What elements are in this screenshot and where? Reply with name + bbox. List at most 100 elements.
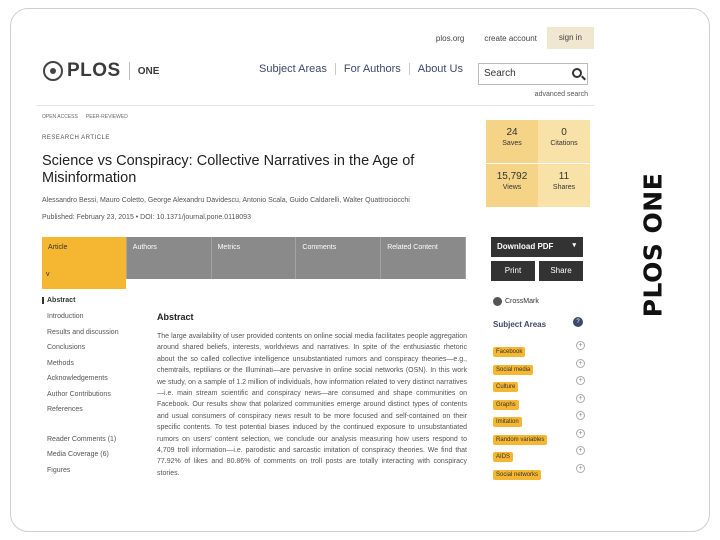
metric-views-label: Views (502, 184, 522, 191)
plos-logo-icon (43, 61, 63, 81)
metric-saves-value: 24 (506, 127, 518, 138)
sidebar-item-methods[interactable]: Methods (42, 360, 142, 376)
plus-icon[interactable]: + (576, 411, 585, 420)
slide-side-title-text: PLOS ONE (638, 172, 668, 318)
subject-item: Graphs + (493, 393, 585, 411)
subject-item: Social media + (493, 358, 585, 376)
subject-tag-random-variables[interactable]: Random variables (493, 434, 548, 445)
subject-tag-facebook[interactable]: Facebook (493, 347, 526, 357)
logo-one-text: ONE (137, 65, 160, 77)
print-button[interactable]: Print (491, 261, 535, 281)
search-placeholder: Search (484, 68, 516, 79)
sidebar-item-references[interactable]: References (42, 406, 142, 422)
subject-areas-heading: Subject Areas (493, 320, 547, 329)
chevron-down-icon[interactable]: ▾ (572, 241, 576, 249)
subject-tag-imitation[interactable]: Imitation (493, 417, 522, 427)
article-metrics: 24 Saves 0 Citations 15,792 Views 11 Sha… (486, 120, 590, 207)
metric-shares-value: 11 (558, 171, 570, 182)
slide-side-title: PLOS ONE (633, 150, 673, 340)
sign-in-link[interactable]: sign in (546, 27, 594, 49)
logo-divider (128, 62, 130, 80)
search-input[interactable]: Search (478, 63, 588, 85)
plos-one-logo[interactable]: PLOS ONE (43, 60, 159, 82)
metric-citations-label: Citations (550, 140, 578, 147)
subject-tag-social-media[interactable]: Social media (493, 364, 534, 375)
utility-bar: plos.org create account sign in (426, 27, 594, 49)
metric-shares[interactable]: 11 Shares (538, 164, 590, 207)
subject-item: Random variables + (493, 428, 585, 446)
download-pdf-label: Download PDF (497, 242, 554, 251)
article-title: Science vs Conspiracy: Collective Narrat… (42, 153, 415, 186)
metric-citations[interactable]: 0 Citations (538, 120, 590, 163)
abstract-heading: Abstract (157, 312, 194, 322)
plos-org-link[interactable]: plos.org (426, 34, 474, 43)
sidebar-item-results[interactable]: Results and discussion (42, 329, 142, 345)
subject-item: Culture + (493, 375, 585, 393)
plus-icon[interactable]: + (576, 446, 585, 455)
plus-icon[interactable]: + (576, 393, 585, 403)
article-sidebar: Abstract Introduction Results and discus… (42, 297, 142, 482)
metric-saves[interactable]: 24 Saves (486, 120, 538, 163)
plus-icon[interactable]: + (576, 376, 585, 385)
abstract-text: The large availability of user provided … (157, 333, 467, 477)
metric-saves-label: Saves (502, 140, 522, 147)
logo-plos-text: PLOS (67, 60, 121, 81)
subject-item: Facebook + (493, 340, 585, 358)
nav-subject-areas[interactable]: Subject Areas (251, 63, 336, 75)
search-icon[interactable] (572, 68, 582, 78)
metric-views[interactable]: 15,792 Views (486, 164, 538, 207)
sidebar-item-reader-comments[interactable]: Reader Comments (1) (42, 436, 142, 452)
advanced-search-link[interactable]: advanced search (535, 91, 588, 98)
sidebar-item-author-contributions[interactable]: Author Contributions (42, 391, 142, 407)
plus-icon[interactable]: + (576, 463, 585, 473)
metric-citations-value: 0 (561, 127, 567, 138)
download-pdf-button[interactable]: Download PDF ▾ (491, 237, 583, 257)
slide: PLOS ONE plos.org create account sign in… (0, 0, 720, 540)
subject-tag-culture[interactable]: Culture (493, 382, 519, 392)
tab-metrics[interactable]: Metrics (212, 237, 297, 279)
plos-screenshot: plos.org create account sign in PLOS ONE… (37, 27, 594, 490)
tab-article[interactable]: Article (42, 237, 127, 279)
sidebar-divider (42, 422, 142, 436)
peer-reviewed-badge: PEER-REVIEWED (85, 114, 128, 120)
article-tabs: Article Authors Metrics Comments Related… (42, 237, 466, 279)
create-account-link[interactable]: create account (474, 34, 546, 43)
open-access-badge: OPEN ACCESS (42, 114, 78, 120)
sidebar-item-figures[interactable]: Figures (42, 467, 142, 483)
subject-item: Imitation + (493, 410, 585, 428)
subject-areas-list: Facebook + Social media + Culture + Graphs +… (493, 340, 585, 480)
main-nav: Subject Areas For Authors About Us (251, 63, 471, 75)
share-button[interactable]: Share (539, 261, 583, 281)
sidebar-item-acknowledgements[interactable]: Acknowledgements (42, 375, 142, 391)
article-type: RESEARCH ARTICLE (42, 135, 110, 141)
subject-tag-aids[interactable]: AIDS (493, 452, 514, 462)
subject-tag-social-networks[interactable]: Social networks (493, 469, 542, 480)
crossmark-badge[interactable]: CrossMark (493, 297, 539, 306)
plus-icon[interactable]: + (576, 341, 585, 350)
help-icon[interactable]: ? (573, 317, 583, 327)
tab-related-content[interactable]: Related Content (381, 237, 466, 279)
metric-views-value: 15,792 (496, 171, 528, 182)
plus-icon[interactable]: + (576, 428, 585, 438)
sidebar-item-conclusions[interactable]: Conclusions (42, 344, 142, 360)
subject-item: Social networks + (493, 463, 585, 481)
sidebar-item-media-coverage[interactable]: Media Coverage (6) (42, 451, 142, 467)
subject-item: AIDS + (493, 445, 585, 463)
tab-comments[interactable]: Comments (296, 237, 382, 279)
tab-toggle-icon[interactable]: v (46, 271, 50, 278)
access-badges: OPEN ACCESS PEER-REVIEWED (42, 114, 128, 120)
sidebar-item-introduction[interactable]: Introduction (42, 313, 142, 329)
crossmark-icon (493, 297, 502, 306)
publication-info: Published: February 23, 2015 • DOI: 10.1… (42, 214, 251, 221)
header-divider (37, 105, 594, 106)
tab-authors[interactable]: Authors (127, 237, 212, 279)
metric-shares-label: Shares (552, 184, 576, 191)
plus-icon[interactable]: + (576, 358, 585, 368)
nav-about-us[interactable]: About Us (410, 63, 471, 75)
crossmark-label: CrossMark (505, 298, 539, 305)
subject-tag-graphs[interactable]: Graphs (493, 399, 519, 410)
nav-for-authors[interactable]: For Authors (336, 63, 410, 75)
article-authors[interactable]: Alessandro Bessi, Mauro Coletto, George … (42, 197, 437, 204)
sidebar-item-abstract[interactable]: Abstract (42, 297, 142, 304)
article-tab-extension: v (42, 271, 126, 289)
